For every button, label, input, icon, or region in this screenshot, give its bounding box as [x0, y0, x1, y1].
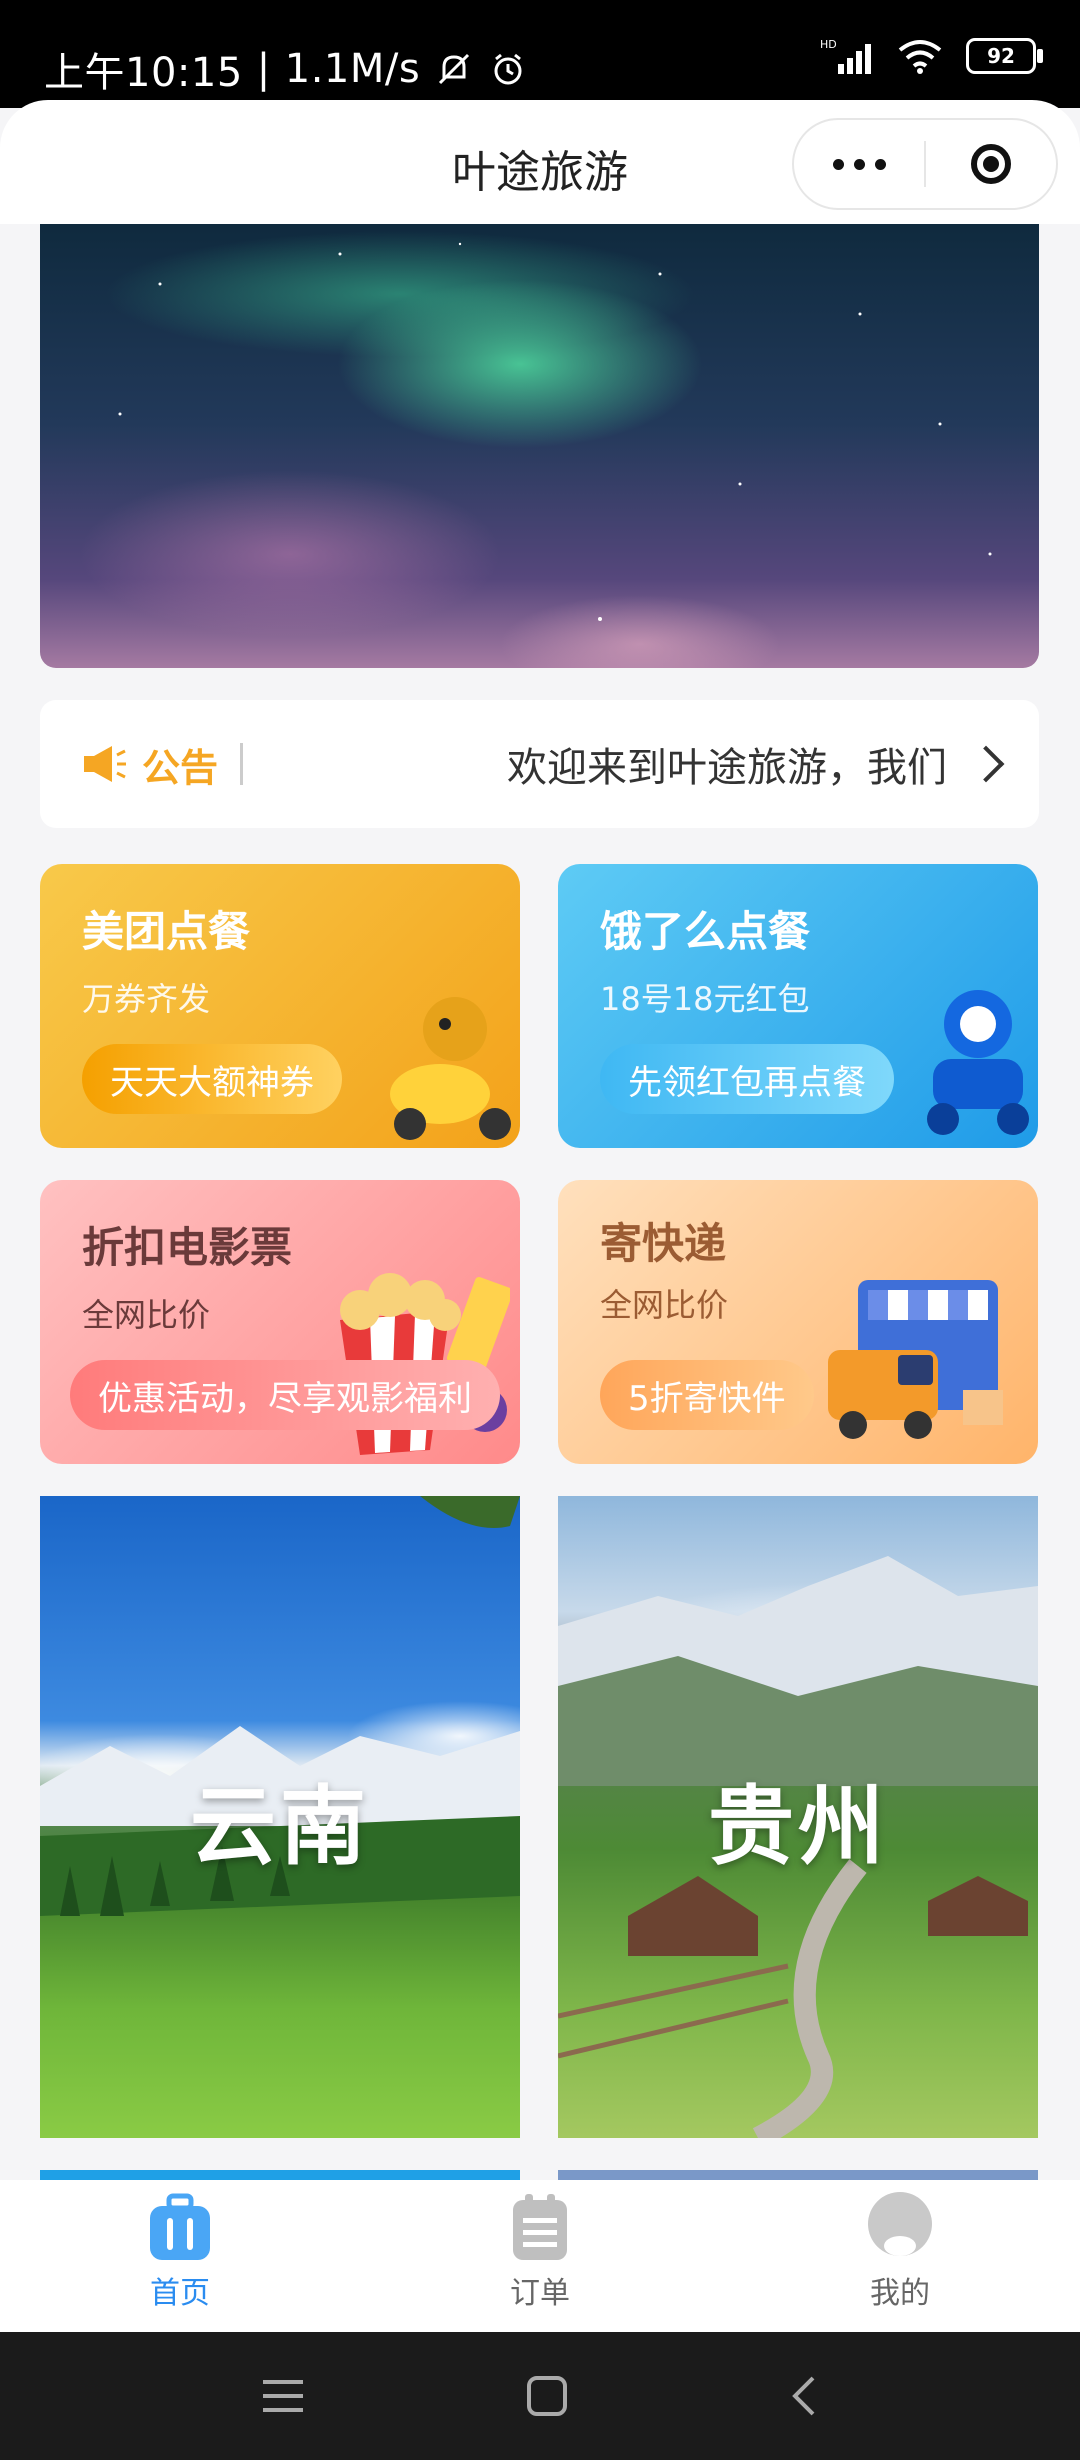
- status-time: 上午10:15: [44, 50, 243, 96]
- card-subtitle: 18号18元红包: [600, 980, 810, 1018]
- movie-discount-button[interactable]: 优惠活动，尽享观影福利: [70, 1360, 500, 1430]
- announcement-label: 公告: [142, 745, 219, 790]
- tab-profile[interactable]: 我的: [720, 2180, 1080, 2332]
- meituan-card[interactable]: 美团点餐 万券齐发 天天大额神券: [40, 864, 520, 1148]
- eleme-card[interactable]: 饿了么点餐 18号18元红包 先领红包再点餐: [558, 864, 1038, 1148]
- battery-icon: 92: [966, 38, 1043, 74]
- delivery-rider-icon: [927, 990, 1029, 1135]
- status-left: 上午10:15 | 1.1M/s: [44, 40, 528, 98]
- destination-label: 云南: [190, 1777, 370, 1877]
- card-subtitle: 全网比价: [600, 1286, 729, 1324]
- battery-level: 92: [987, 44, 1015, 68]
- status-speed: 1.1M/s: [284, 46, 421, 92]
- status-bar: 上午10:15 | 1.1M/s HD 92: [0, 0, 1080, 108]
- card-title: 折扣电影票: [82, 1223, 293, 1272]
- meituan-coupon-button[interactable]: 天天大额神券: [82, 1044, 342, 1114]
- mini-program-capsule: [792, 118, 1058, 210]
- wifi-icon: [898, 40, 942, 74]
- svg-text:HD: HD: [820, 38, 837, 51]
- back-icon[interactable]: [789, 2374, 819, 2418]
- tab-orders[interactable]: 订单: [360, 2180, 720, 2332]
- eleme-redpacket-button[interactable]: 先领红包再点餐: [600, 1044, 894, 1114]
- luggage-icon: [150, 2193, 210, 2260]
- home-square-icon[interactable]: [525, 2374, 569, 2418]
- delivery-truck-icon: [828, 1280, 1003, 1439]
- order-list-icon: [513, 2194, 567, 2260]
- card-subtitle: 全网比价: [82, 1296, 211, 1334]
- kangaroo-scooter-icon: [390, 997, 511, 1140]
- tab-home[interactable]: 首页: [0, 2180, 360, 2332]
- destination-yunnan[interactable]: 云南: [40, 1496, 520, 2138]
- close-button[interactable]: [926, 120, 1056, 208]
- more-button[interactable]: [794, 120, 924, 208]
- express-discount-button[interactable]: 5折寄快件: [600, 1360, 814, 1430]
- announcement-text: 欢迎来到叶途旅游，我们: [507, 745, 947, 791]
- tab-label: 订单: [510, 2276, 570, 2311]
- tab-label: 我的: [870, 2276, 930, 2311]
- tab-label: 首页: [150, 2276, 210, 2311]
- close-target-icon: [971, 144, 1011, 184]
- menu-icon[interactable]: [261, 2376, 305, 2416]
- app-header: 叶途旅游: [0, 100, 1080, 224]
- alarm-icon: [494, 53, 522, 85]
- mute-bell-icon: [439, 53, 470, 85]
- aurora-banner[interactable]: [40, 224, 1039, 668]
- megaphone-icon: [84, 746, 126, 782]
- destination-guizhou[interactable]: 贵州: [558, 1496, 1038, 2138]
- chevron-right-icon: [967, 745, 1005, 783]
- status-right: HD 92: [820, 36, 1043, 76]
- destination-label: 贵州: [708, 1777, 888, 1877]
- card-title: 寄快递: [600, 1219, 727, 1268]
- system-nav-bar: [0, 2332, 1080, 2460]
- tab-bar: 首页 订单 我的: [0, 2180, 1080, 2332]
- user-icon: [868, 2192, 932, 2256]
- more-dots-icon: [832, 158, 886, 170]
- signal-icon: HD: [820, 38, 871, 74]
- card-title: 美团点餐: [82, 907, 251, 956]
- announcement-bar[interactable]: 公告 欢迎来到叶途旅游，我们: [40, 700, 1039, 828]
- card-title: 饿了么点餐: [600, 907, 811, 956]
- card-subtitle: 万券齐发: [82, 980, 211, 1018]
- express-card[interactable]: 寄快递 全网比价 5折寄快件: [558, 1180, 1038, 1464]
- movie-ticket-card[interactable]: 折扣电影票 全网比价 优惠活动，尽享观影福利: [40, 1180, 520, 1464]
- banner-stars: [118, 242, 992, 621]
